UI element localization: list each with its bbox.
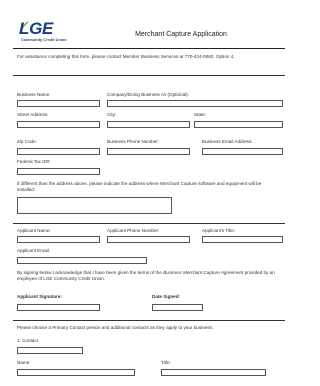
contact-title-field[interactable]	[161, 369, 266, 376]
contact-1-field[interactable]	[17, 347, 83, 354]
zip-code-label: Zip Code:	[17, 139, 37, 144]
acknowledgement-text: By signing below I acknowledge that I ha…	[17, 270, 279, 281]
zip-code-field[interactable]	[17, 148, 100, 155]
federal-tax-id-field[interactable]	[17, 168, 100, 175]
business-email-label: Business Email Address:	[202, 139, 253, 144]
applicant-phone-field[interactable]	[107, 236, 190, 243]
date-signed-field[interactable]	[152, 304, 203, 311]
form-title: Merchant Capture Application	[135, 31, 227, 38]
date-signed-label: Date Signed:	[152, 294, 181, 299]
logo-subtext: Community Credit Union	[21, 38, 67, 42]
federal-tax-id-label: Federal Tax ID#:	[17, 159, 51, 164]
contact-title-label: Title:	[161, 360, 171, 365]
applicant-title-field[interactable]	[202, 236, 283, 243]
alt-address-field[interactable]	[17, 197, 172, 214]
applicant-signature-label: Applicant Signature:	[17, 294, 62, 299]
applicant-title-label: Applicant's Title:	[202, 228, 236, 233]
city-label: City:	[107, 112, 117, 117]
dba-field[interactable]	[107, 100, 283, 107]
ack-agreement-name: Business Merchant Capture Agreement	[163, 270, 244, 275]
applicant-name-label: Applicant Name:	[17, 228, 51, 233]
business-email-field[interactable]	[202, 148, 283, 155]
street-address-field[interactable]	[17, 121, 100, 128]
business-phone-field[interactable]	[107, 148, 190, 155]
state-field[interactable]	[194, 121, 283, 128]
intro-text: For assistance completing this form, ple…	[17, 54, 235, 59]
contacts-instruction: Please choose a Primary Contact person a…	[17, 325, 214, 330]
applicant-phone-label: Applicant Phone Number:	[107, 228, 160, 233]
applicant-email-field[interactable]	[17, 257, 147, 264]
business-name-field[interactable]	[17, 100, 100, 107]
applicant-signature-field[interactable]	[17, 304, 100, 311]
alt-address-note: If different than the address above, ple…	[17, 181, 262, 192]
business-name-label: Business Name:	[17, 92, 51, 97]
applicant-email-label: Applicant Email:	[17, 248, 50, 253]
applicant-name-field[interactable]	[17, 236, 100, 243]
city-field[interactable]	[107, 121, 190, 128]
divider	[13, 320, 285, 321]
divider	[13, 48, 285, 49]
contact-name-label: Name:	[17, 360, 31, 365]
street-address-label: Street Address:	[17, 112, 49, 117]
dba-label: Company/Doing Business As (Optional):	[107, 92, 189, 97]
divider	[13, 223, 285, 224]
contact-name-field[interactable]	[17, 369, 135, 376]
state-label: State:	[194, 112, 207, 117]
divider	[13, 75, 285, 76]
contact-1-label: 1. Contact	[17, 338, 38, 343]
ack-prefix: By signing below I acknowledge that I ha…	[17, 270, 164, 275]
business-phone-label: Business Phone Number:	[107, 139, 160, 144]
form-title-wrap: Merchant Capture Application	[0, 31, 298, 38]
